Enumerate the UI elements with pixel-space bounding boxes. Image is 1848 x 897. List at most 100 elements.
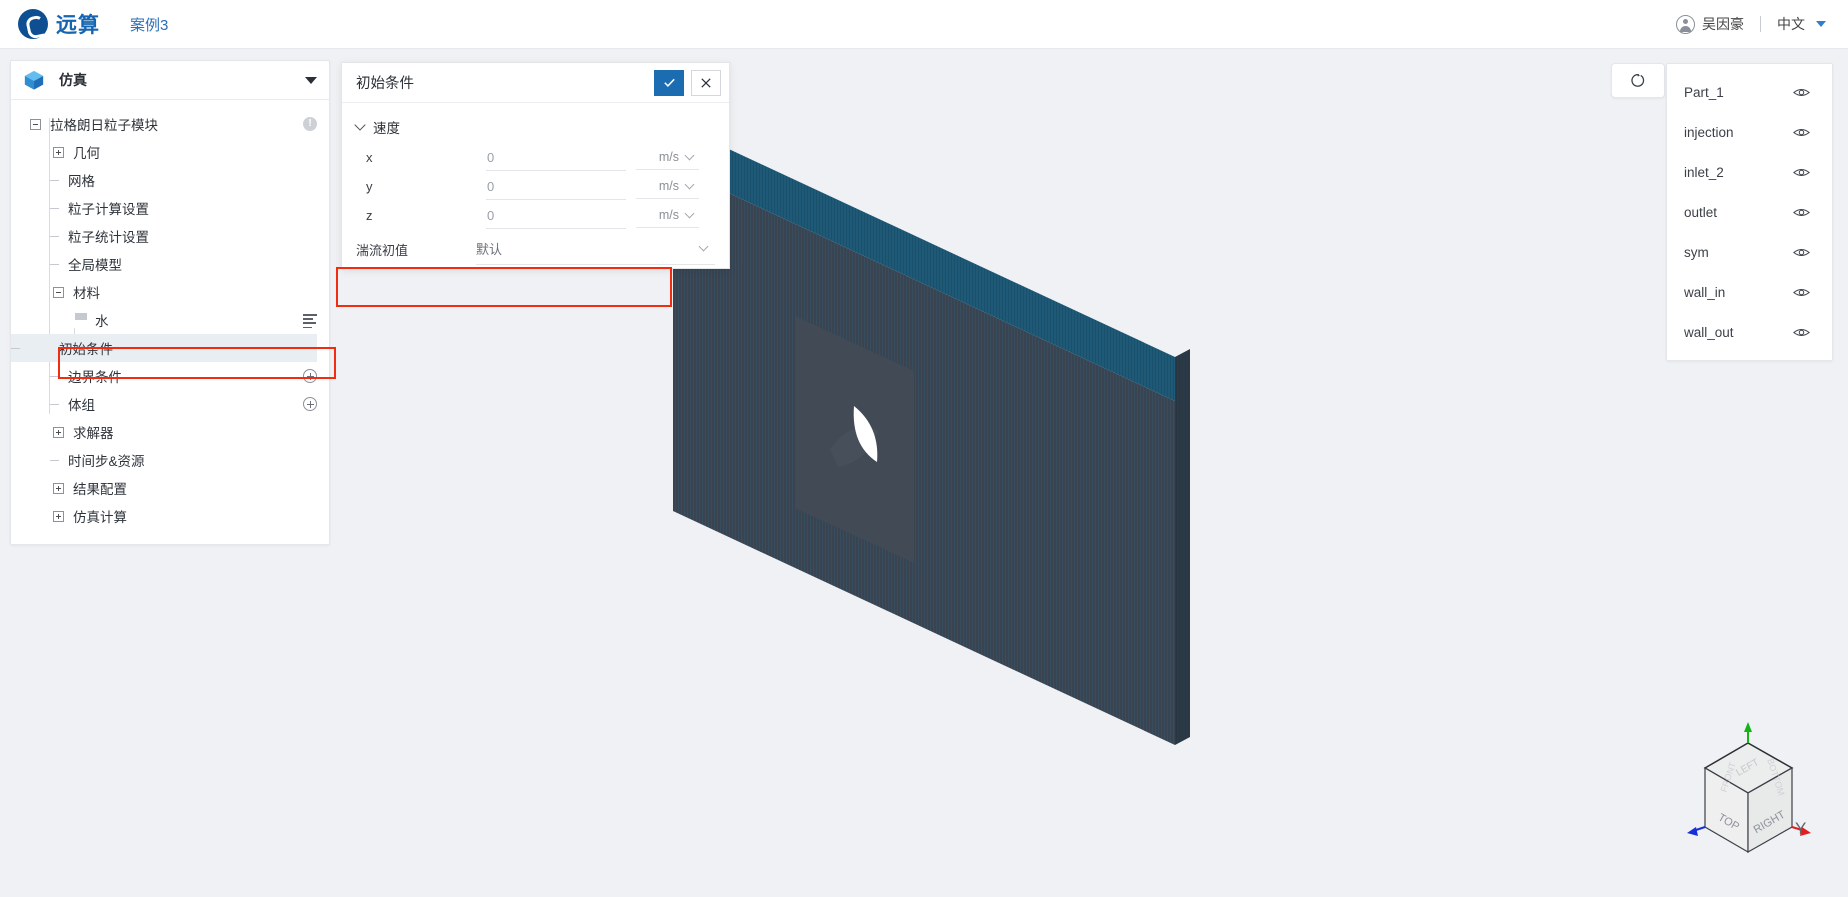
tree-item-label: 体组 [68,398,95,413]
tree-item-label: 拉格朗日粒子模块 [50,118,158,133]
dialog-actions [654,69,721,96]
list-icon[interactable] [303,314,317,329]
simulation-tree-panel: 仿真 拉格朗日粒子模块 ! 几何 网格 粒子计算设置 粒子统计设置 全局模型 材… [10,60,336,545]
tree-item-label: 初始条件 [59,342,113,357]
tree-branch-line [50,459,59,461]
part-label: outlet [1684,204,1718,220]
part-label: injection [1684,124,1734,140]
tree-item-particle-statistics-settings[interactable]: 粒子统计设置 [11,222,329,250]
chevron-down-icon [684,179,695,189]
expand-toggle-icon[interactable] [53,482,64,494]
part-row[interactable]: outlet [1667,192,1832,232]
confirm-button[interactable] [654,69,684,96]
eye-icon[interactable] [1793,167,1810,178]
tree-item-lagrangian-particle-module[interactable]: 拉格朗日粒子模块 ! [11,110,329,138]
eye-icon[interactable] [1793,327,1810,338]
unit-label: m/s [658,208,679,222]
eye-icon[interactable] [1793,207,1810,218]
tree-item-mesh[interactable]: 网格 [11,166,329,194]
velocity-x-input[interactable] [486,144,626,171]
part-row[interactable]: wall_in [1667,272,1832,312]
chevron-down-icon [698,241,709,252]
brand-name: 远算 [56,14,100,37]
tree-item-geometry[interactable]: 几何 [11,138,329,166]
expand-toggle-icon[interactable] [53,426,64,438]
tree-branch-line [50,263,59,265]
part-label: wall_in [1684,284,1726,300]
tree-item-simulation-run[interactable]: 仿真计算 [11,502,329,530]
tree-item-label: 几何 [73,146,100,161]
application-root: 远算 案例3 吴因豪 中文 仿真 拉格朗日粒子模块 ! 几何 网格 粒子计算设置… [0,0,1848,897]
circle-plus-icon[interactable] [303,369,317,383]
tree-item-material[interactable]: 材料 [11,278,329,306]
part-label: wall_out [1684,324,1734,340]
tree-item-label: 网格 [68,174,95,189]
dialog-title: 初始条件 [356,76,414,92]
part-row[interactable]: Part_1 [1667,72,1832,112]
chevron-down-icon [354,119,366,131]
view-cube[interactable]: TOP RIGHT LEFT BOTTOM FRONT [1645,680,1845,880]
user-menu[interactable]: 吴因豪 [1676,14,1744,34]
tree-item-particle-calculation-settings[interactable]: 粒子计算设置 [11,194,329,222]
part-row[interactable]: inlet_2 [1667,152,1832,192]
divider [1760,16,1761,32]
eye-icon[interactable] [1793,87,1810,98]
tree-branch-line [75,313,87,320]
user-name: 吴因豪 [1702,16,1744,32]
field-row-y: y m/s [342,172,729,201]
field-label-y: y [366,179,373,194]
tree-item-water[interactable]: 水 [11,306,329,334]
circle-plus-icon[interactable] [303,397,317,411]
velocity-z-input[interactable] [486,202,626,229]
collapse-toggle-icon[interactable] [53,286,64,298]
caret-down-icon[interactable] [305,76,317,84]
part-row[interactable]: injection [1667,112,1832,152]
reset-view-button[interactable] [1611,63,1665,98]
tree-branch-line [50,235,59,237]
turbulence-selected-value: 默认 [476,242,503,257]
tree-item-label: 全局模型 [68,258,122,273]
cube-icon [24,70,44,90]
brand[interactable]: 远算 [18,9,100,39]
eye-icon[interactable] [1793,247,1810,258]
velocity-z-unit-select[interactable]: m/s [636,203,699,228]
collapse-toggle-icon[interactable] [30,118,41,130]
part-row[interactable]: wall_out [1667,312,1832,352]
close-icon [701,77,711,88]
check-icon [663,78,675,87]
tree-body: 拉格朗日粒子模块 ! 几何 网格 粒子计算设置 粒子统计设置 全局模型 材料 水… [11,100,329,544]
tree-item-boundary-conditions[interactable]: 边界条件 [11,362,329,390]
tree-item-label: 水 [95,314,109,329]
dialog-header: 初始条件 [342,63,729,103]
yuansuan-logo-icon [18,9,48,39]
eye-icon[interactable] [1793,287,1810,298]
tree-item-timestep-and-resources[interactable]: 时间步&资源 [11,446,329,474]
section-velocity[interactable]: 速度 [342,111,729,143]
velocity-y-input[interactable] [486,173,626,200]
info-icon[interactable]: ! [303,117,317,131]
part-row[interactable]: sym [1667,232,1832,272]
tree-item-result-configuration[interactable]: 结果配置 [11,474,329,502]
top-bar-right: 吴因豪 中文 [1676,14,1826,34]
velocity-x-unit-select[interactable]: m/s [636,145,699,170]
case-name[interactable]: 案例3 [130,14,168,35]
expand-toggle-icon[interactable] [53,510,64,522]
field-label-z: z [366,208,373,223]
unit-label: m/s [658,179,679,193]
axis-triad[interactable]: TOP RIGHT LEFT BOTTOM FRONT Y X Z [1645,680,1845,880]
turbulence-initial-value-select[interactable]: 默认 [476,233,715,265]
velocity-y-unit-select[interactable]: m/s [636,174,699,199]
tree-panel-title: 仿真 [59,72,87,88]
expand-toggle-icon[interactable] [53,146,64,158]
tree-item-label: 结果配置 [73,482,127,497]
tree-item-volume-group[interactable]: 体组 [11,390,329,418]
tree-panel-header[interactable]: 仿真 [11,61,329,100]
close-button[interactable] [691,69,721,96]
unit-label: m/s [658,150,679,164]
parts-visibility-panel: Part_1 injection inlet_2 outlet sym wall… [1666,63,1833,361]
tree-item-initial-conditions[interactable]: 初始条件 [11,334,317,362]
tree-item-solver[interactable]: 求解器 [11,418,329,446]
language-selector[interactable]: 中文 [1777,14,1826,34]
eye-icon[interactable] [1793,127,1810,138]
tree-item-global-model[interactable]: 全局模型 [11,250,329,278]
